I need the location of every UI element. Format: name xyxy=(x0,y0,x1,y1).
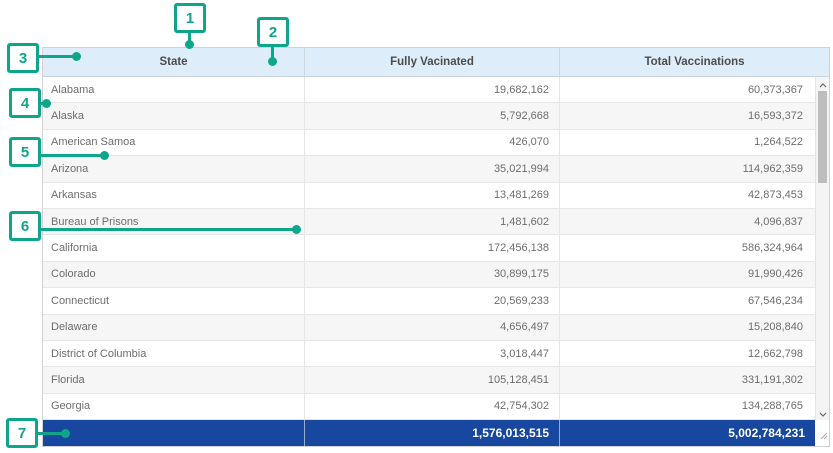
resize-grip-icon xyxy=(819,427,828,445)
fully-vaccinated-cell: 19,682,162 xyxy=(305,77,560,102)
table-row[interactable]: California172,456,138586,324,964 xyxy=(43,235,829,261)
fully-vaccinated-cell: 172,456,138 xyxy=(305,235,560,260)
total-vaccinations-cell: 91,990,426 xyxy=(560,262,829,287)
total-vaccinations-cell: 67,546,234 xyxy=(560,288,829,313)
fully-vaccinated-cell: 426,070 xyxy=(305,130,560,155)
column-header-fully-vaccinated[interactable]: Fully Vacinated xyxy=(305,48,560,76)
callout-7-dot xyxy=(61,429,70,438)
table-row[interactable]: Delaware4,656,49715,208,840 xyxy=(43,315,829,341)
table-row[interactable]: American Samoa426,0701,264,522 xyxy=(43,130,829,156)
callout-6: 6 xyxy=(9,211,41,241)
column-header-total-vaccinations[interactable]: Total Vaccinations xyxy=(560,48,829,76)
scroll-up-button[interactable] xyxy=(816,78,829,90)
table-row[interactable]: Bureau of Prisons1,481,6024,096,837 xyxy=(43,209,829,235)
state-cell: Delaware xyxy=(43,315,305,340)
state-cell: Colorado xyxy=(43,262,305,287)
callout-3: 3 xyxy=(7,43,39,73)
table-row[interactable]: Arkansas13,481,26942,873,453 xyxy=(43,183,829,209)
summary-fully-vaccinated: 1,576,013,515 xyxy=(305,420,560,446)
table-header-row: State Fully Vacinated Total Vaccinations xyxy=(43,48,829,77)
fully-vaccinated-cell: 13,481,269 xyxy=(305,183,560,208)
fully-vaccinated-cell: 4,656,497 xyxy=(305,315,560,340)
callout-2: 2 xyxy=(257,17,289,47)
vertical-scrollbar[interactable] xyxy=(815,77,829,420)
summary-row: 1,576,013,515 5,002,784,231 xyxy=(43,420,829,446)
callout-5-stem xyxy=(40,154,102,157)
fully-vaccinated-cell: 30,899,175 xyxy=(305,262,560,287)
callout-3-stem xyxy=(38,55,74,58)
callout-5-dot xyxy=(100,151,109,160)
callout-3-dot xyxy=(72,52,81,61)
callout-6-dot xyxy=(292,225,301,234)
scroll-down-button[interactable] xyxy=(816,407,829,419)
total-vaccinations-cell: 4,096,837 xyxy=(560,209,829,234)
fully-vaccinated-cell: 35,021,994 xyxy=(305,156,560,181)
column-header-state[interactable]: State xyxy=(43,48,305,76)
fully-vaccinated-cell: 1,481,602 xyxy=(305,209,560,234)
fully-vaccinated-cell: 5,792,668 xyxy=(305,103,560,128)
total-vaccinations-cell: 12,662,798 xyxy=(560,341,829,366)
table-row[interactable]: Alabama19,682,16260,373,367 xyxy=(43,77,829,103)
state-cell: Alaska xyxy=(43,103,305,128)
total-vaccinations-cell: 586,324,964 xyxy=(560,235,829,260)
table-row[interactable]: Arizona35,021,994114,962,359 xyxy=(43,156,829,182)
callout-4-dot xyxy=(42,99,51,108)
total-vaccinations-cell: 331,191,302 xyxy=(560,367,829,392)
callout-1: 1 xyxy=(174,3,206,33)
fully-vaccinated-cell: 105,128,451 xyxy=(305,367,560,392)
callout-5: 5 xyxy=(9,137,41,167)
state-cell: Alabama xyxy=(43,77,305,102)
total-vaccinations-cell: 1,264,522 xyxy=(560,130,829,155)
fully-vaccinated-cell: 3,018,447 xyxy=(305,341,560,366)
vaccinations-table: State Fully Vacinated Total Vaccinations… xyxy=(42,47,830,447)
fully-vaccinated-cell: 42,754,302 xyxy=(305,394,560,419)
callout-2-dot xyxy=(268,57,277,66)
table-row[interactable]: Colorado30,899,17591,990,426 xyxy=(43,262,829,288)
state-cell: American Samoa xyxy=(43,130,305,155)
total-vaccinations-cell: 16,593,372 xyxy=(560,103,829,128)
total-vaccinations-cell: 15,208,840 xyxy=(560,315,829,340)
summary-state-cell xyxy=(43,420,305,446)
summary-total-vaccinations: 5,002,784,231 xyxy=(560,420,815,446)
table-row[interactable]: Georgia42,754,302134,288,765 xyxy=(43,394,829,420)
table-row[interactable]: District of Columbia3,018,44712,662,798 xyxy=(43,341,829,367)
chevron-down-icon xyxy=(819,404,827,422)
state-cell: Florida xyxy=(43,367,305,392)
callout-7: 7 xyxy=(6,418,38,448)
state-cell: Georgia xyxy=(43,394,305,419)
state-cell: California xyxy=(43,235,305,260)
callout-4: 4 xyxy=(9,88,41,118)
total-vaccinations-cell: 134,288,765 xyxy=(560,394,829,419)
fully-vaccinated-cell: 20,569,233 xyxy=(305,288,560,313)
callout-7-stem xyxy=(37,432,64,435)
table-row[interactable]: Connecticut20,569,23367,546,234 xyxy=(43,288,829,314)
total-vaccinations-cell: 60,373,367 xyxy=(560,77,829,102)
total-vaccinations-cell: 114,962,359 xyxy=(560,156,829,181)
total-vaccinations-cell: 42,873,453 xyxy=(560,183,829,208)
table-row[interactable]: Alaska5,792,66816,593,372 xyxy=(43,103,829,129)
callout-6-stem xyxy=(40,228,294,231)
state-cell: Arkansas xyxy=(43,183,305,208)
table-row[interactable]: Florida105,128,451331,191,302 xyxy=(43,367,829,393)
state-cell: Connecticut xyxy=(43,288,305,313)
table-body: Alabama19,682,16260,373,367Alaska5,792,6… xyxy=(43,77,829,420)
scrollbar-thumb[interactable] xyxy=(818,91,827,183)
state-cell: Arizona xyxy=(43,156,305,181)
scrollbar-corner xyxy=(815,420,829,446)
state-cell: District of Columbia xyxy=(43,341,305,366)
callout-1-dot xyxy=(185,40,194,49)
